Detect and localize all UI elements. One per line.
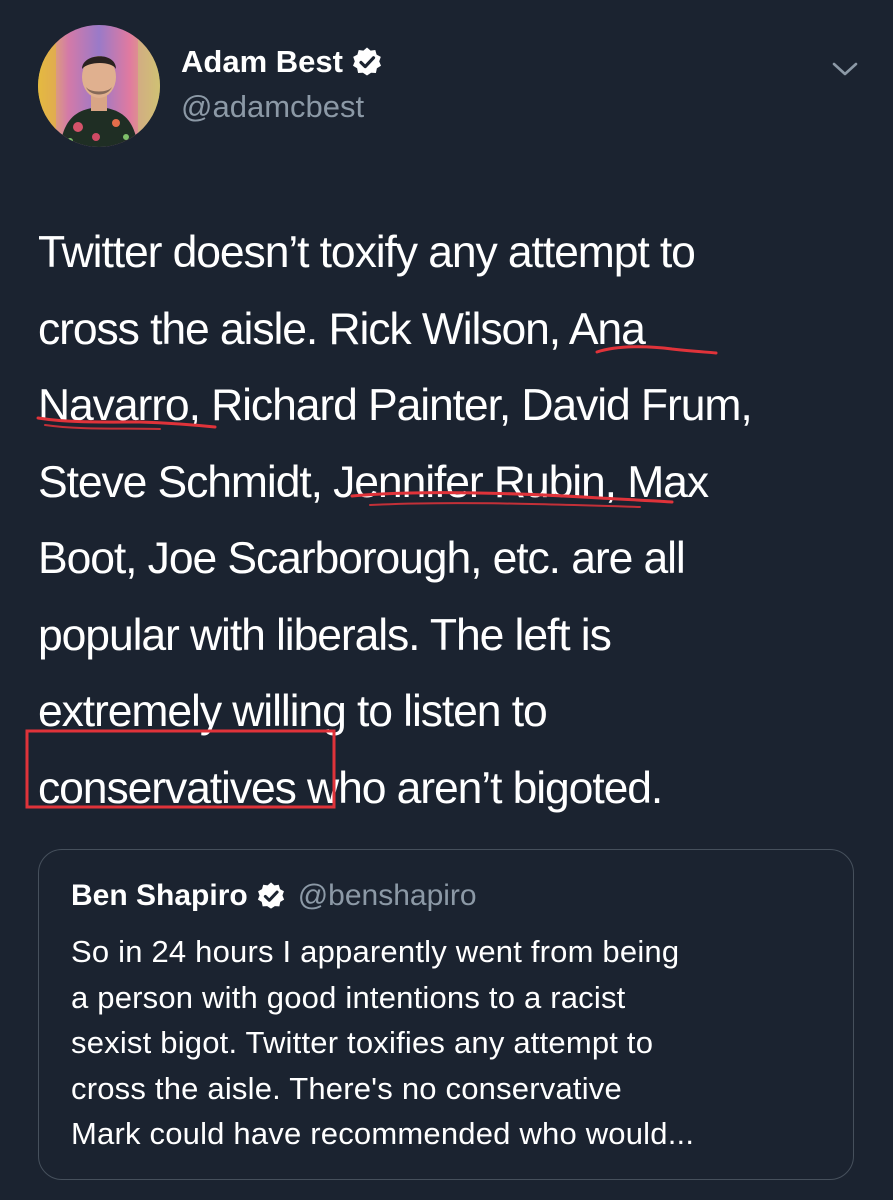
chevron-down-icon[interactable] [830, 58, 860, 80]
quoted-tweet-line: Mark could have recommended who would... [71, 1116, 695, 1151]
quoted-tweet-header: Ben Shapiro @benshapiro [71, 876, 477, 916]
avatar[interactable] [38, 25, 160, 147]
quoted-tweet-line: cross the aisle. There's no conservative [71, 1070, 622, 1106]
author-handle[interactable]: @adamcbest [181, 87, 364, 127]
tweet-line: extremely willing to listen to [38, 687, 548, 736]
tweet-line: Navarro, Richard Painter, David Frum, [38, 381, 753, 430]
quoted-tweet-line: a person with good intentions to a racis… [71, 979, 626, 1015]
quoted-author-name: Ben Shapiro [71, 879, 248, 912]
author-name-row[interactable]: Adam Best [181, 42, 383, 82]
verified-badge-icon [352, 47, 381, 76]
tweet-line: conservatives who aren’t bigoted. [38, 763, 663, 813]
tweet-line: Twitter doesn’t toxify any attempt to [38, 228, 696, 277]
verified-badge-icon [257, 882, 284, 909]
tweet-text: Twitter doesn’t toxify any attempt to cr… [38, 215, 868, 827]
tweet-line: cross the aisle. Rick Wilson, Ana [38, 304, 646, 354]
avatar-image [38, 25, 160, 147]
author-name[interactable]: Adam Best [181, 42, 343, 82]
quoted-tweet-card[interactable]: Ben Shapiro @benshapiro So in 24 hours I… [38, 849, 854, 1180]
quoted-author-handle: @benshapiro [297, 879, 477, 912]
quoted-tweet-line: sexist bigot. Twitter toxifies any attem… [71, 1025, 654, 1060]
tweet-line: Boot, Joe Scarborough, etc. are all [38, 534, 686, 583]
tweet-line: popular with liberals. The left is [38, 610, 612, 660]
tweet-line: Steve Schmidt, Jennifer Rubin, Max [38, 457, 709, 507]
quoted-tweet-line: So in 24 hours I apparently went from be… [71, 934, 680, 969]
quoted-tweet-text: So in 24 hours I apparently went from be… [71, 929, 841, 1157]
